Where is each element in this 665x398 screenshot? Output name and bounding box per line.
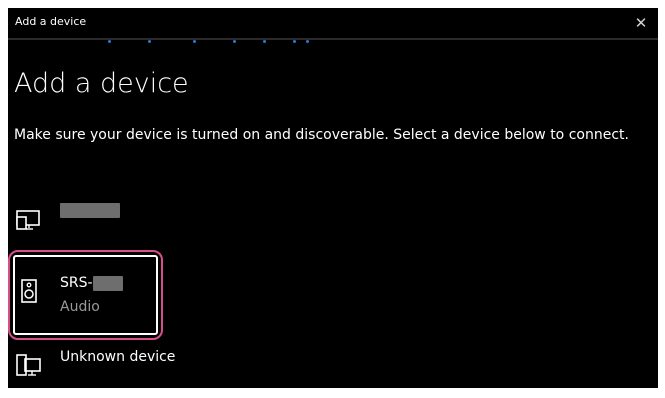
- speaker-icon: [21, 279, 37, 303]
- progress-dot: [233, 40, 236, 43]
- device-name: [60, 203, 120, 218]
- window-title: Add a device: [15, 15, 87, 28]
- searching-progress-indicator: [8, 38, 658, 44]
- progress-dot: [193, 40, 196, 43]
- redacted-name: [92, 275, 123, 291]
- title-bar: Add a device ✕: [8, 8, 658, 40]
- device-item-unknown[interactable]: Unknown device: [8, 336, 308, 388]
- device-item-display[interactable]: [8, 190, 168, 252]
- close-button[interactable]: ✕: [630, 12, 652, 34]
- progress-dot: [293, 40, 296, 43]
- computer-icon: [16, 354, 41, 376]
- progress-dot: [306, 40, 309, 43]
- close-icon: ✕: [634, 14, 648, 32]
- progress-dot: [148, 40, 151, 43]
- device-name: Unknown device: [60, 349, 176, 365]
- page-title: Add a device: [14, 68, 189, 99]
- add-device-dialog: Add a device ✕ Add a device Make sure yo…: [8, 8, 658, 388]
- instructions-text: Make sure your device is turned on and d…: [14, 127, 629, 143]
- device-name: SRS-: [60, 275, 123, 291]
- progress-dot: [263, 40, 266, 43]
- device-item-srs-speaker[interactable]: SRS- Audio: [8, 262, 168, 324]
- redacted-name: [60, 203, 120, 218]
- display-icon: [16, 210, 40, 230]
- progress-dot: [108, 40, 111, 43]
- device-type: Audio: [60, 299, 100, 315]
